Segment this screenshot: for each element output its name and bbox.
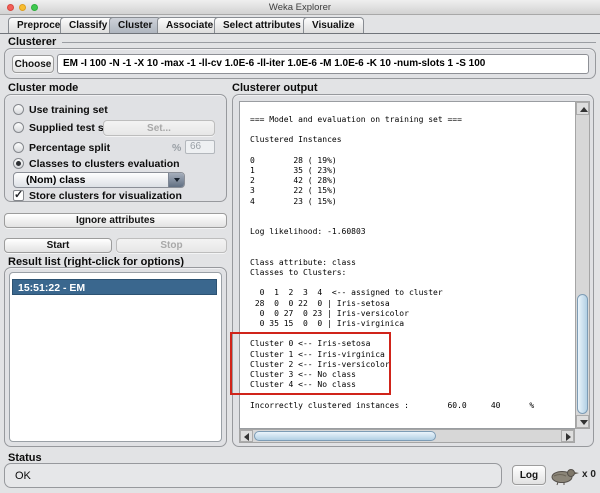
clusterer-section-rule [62,42,596,43]
clusterer-panel: Choose EM -I 100 -N -1 -X 10 -max -1 -ll… [4,48,596,79]
titlebar: Weka Explorer [0,0,600,15]
checkbox-checked-icon [13,190,24,201]
log-button[interactable]: Log [512,465,546,485]
clusterer-section-label: Clusterer [8,36,56,48]
tabbar-divider [0,33,600,34]
dropdown-value: (Nom) class [26,173,86,187]
radio-selected-icon [13,158,24,169]
radio-label: Percentage split [29,142,110,154]
radio-classes-to-clusters[interactable]: Classes to clusters evaluation [5,158,226,171]
radio-icon [13,142,24,153]
scroll-down-icon[interactable] [576,415,589,428]
choose-button[interactable]: Choose [12,55,54,73]
radio-percentage-split[interactable]: Percentage split % 66 [5,142,226,155]
result-list-item[interactable]: 15:51:22 - EM [12,279,217,295]
tab-visualize[interactable]: Visualize [303,17,364,34]
weka-counter-label: x 0 [582,469,596,480]
class-attribute-dropdown[interactable]: (Nom) class [13,172,185,188]
tab-cluster[interactable]: Cluster [109,17,161,34]
weka-bird-icon [548,464,580,486]
percent-sign-label: % [172,142,181,154]
tab-bar: Preprocess Classify Cluster Associate Se… [0,16,600,34]
result-list[interactable]: 15:51:22 - EM [9,272,222,442]
cluster-mode-label: Cluster mode [8,82,78,94]
annotation-highlight-box [230,332,391,395]
radio-label: Supplied test set [29,122,113,134]
weka-explorer-window: Weka Explorer Preprocess Classify Cluste… [0,0,600,493]
clusterer-scheme-field[interactable]: EM -I 100 -N -1 -X 10 -max -1 -ll-cv 1.0… [57,54,589,74]
window-title: Weka Explorer [0,2,600,13]
ignore-attributes-button[interactable]: Ignore attributes [4,213,227,228]
radio-icon [13,122,24,133]
radio-icon [13,104,24,115]
percent-split-field[interactable]: 66 [185,140,215,154]
tab-select-attributes[interactable]: Select attributes [214,17,310,34]
vertical-scrollbar[interactable] [575,101,590,429]
checkbox-label: Store clusters for visualization [29,190,182,202]
scroll-right-icon[interactable] [561,430,574,442]
radio-label: Classes to clusters evaluation [29,158,180,170]
stop-button[interactable]: Stop [116,238,227,253]
tab-associate[interactable]: Associate [157,17,222,34]
vertical-scroll-thumb[interactable] [577,294,588,414]
radio-use-training-set[interactable]: Use training set [5,104,226,117]
result-list-panel: 15:51:22 - EM [4,267,227,447]
scroll-up-icon[interactable] [576,102,589,115]
clusterer-output-label: Clusterer output [232,82,318,94]
tab-classify[interactable]: Classify [60,17,116,34]
horizontal-scroll-thumb[interactable] [254,431,436,441]
horizontal-scrollbar[interactable] [239,429,575,443]
radio-label: Use training set [29,104,108,116]
start-button[interactable]: Start [4,238,112,253]
chevron-down-icon [168,173,184,187]
checkbox-store-clusters[interactable]: Store clusters for visualization [5,190,226,203]
set-button[interactable]: Set... [103,120,215,136]
clusterer-output-panel: === Model and evaluation on training set… [232,94,594,447]
radio-supplied-test-set[interactable]: Supplied test set Set... [5,122,226,135]
status-value: OK [4,463,502,488]
scroll-left-icon[interactable] [240,430,253,442]
cluster-mode-panel: Use training set Supplied test set Set..… [4,94,227,202]
